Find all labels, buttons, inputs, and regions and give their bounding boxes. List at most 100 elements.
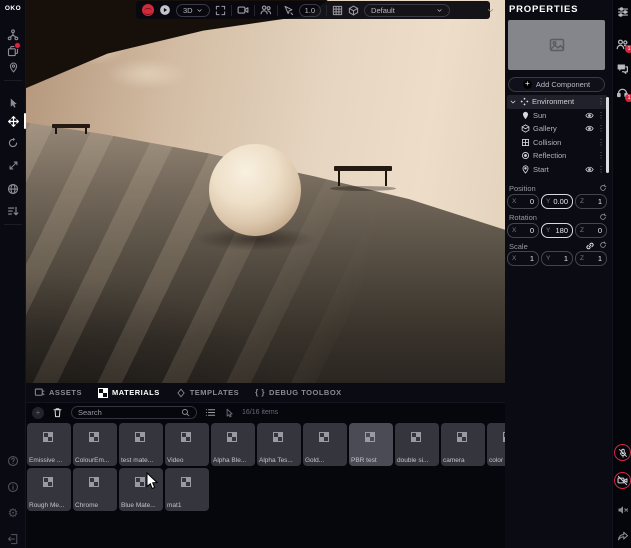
position-x-field[interactable]: X0 (507, 194, 539, 209)
tree-item-environment[interactable]: Environment ⋮ (507, 95, 607, 109)
item-menu-icon[interactable]: ⋮ (597, 97, 605, 106)
info-icon[interactable] (0, 478, 26, 496)
trash-icon[interactable] (52, 407, 63, 418)
headset-icon[interactable]: 1 (613, 84, 631, 100)
tree-item-collision[interactable]: Collision ⋮ (507, 136, 607, 150)
select-tool-icon[interactable] (0, 94, 26, 112)
chat-icon[interactable] (613, 60, 631, 76)
share-icon[interactable] (613, 528, 631, 544)
material-tile[interactable]: mat1 (165, 468, 209, 511)
tab-materials[interactable]: MATERIALS (98, 388, 160, 398)
right-toolbar-strip: 1 1 (612, 0, 631, 548)
eye-icon[interactable] (585, 165, 594, 174)
grid-icon[interactable] (332, 5, 343, 16)
exit-icon[interactable] (0, 530, 26, 548)
pointer-snap-icon[interactable] (283, 5, 294, 16)
reset-scale-icon[interactable] (599, 241, 607, 249)
tab-label: ASSETS (49, 388, 82, 397)
move-tool-icon[interactable] (0, 112, 26, 130)
avatars-icon[interactable] (260, 4, 272, 16)
globe-icon[interactable] (0, 180, 26, 198)
select-mode-icon[interactable] (224, 408, 234, 418)
scale-x-field[interactable]: X1 (507, 251, 539, 266)
active-tool-indicator (24, 113, 26, 129)
mic-off-button[interactable] (614, 444, 631, 461)
tree-scrollbar[interactable] (606, 97, 609, 173)
material-tile[interactable]: Emissive ... (27, 423, 71, 466)
item-menu-icon[interactable]: ⋮ (597, 138, 605, 147)
sphere-object[interactable] (209, 144, 301, 236)
rotation-z-field[interactable]: Z0 (575, 223, 607, 238)
preset-dropdown[interactable]: Default (364, 4, 450, 17)
item-menu-icon[interactable]: ⋮ (597, 124, 605, 133)
material-tile-selected[interactable]: PBR test (349, 423, 393, 466)
add-component-button[interactable]: + Add Component (508, 77, 605, 92)
tab-templates[interactable]: TEMPLATES (176, 388, 239, 398)
properties-title: PROPERTIES (509, 4, 578, 15)
location-pin-icon[interactable] (0, 58, 26, 76)
scale-tool-icon[interactable] (0, 156, 26, 174)
object-thumbnail[interactable] (508, 20, 605, 70)
view-mode-dropdown[interactable]: 3D (176, 4, 210, 17)
material-tile[interactable]: double si... (395, 423, 439, 466)
braces-icon: { } (255, 388, 265, 397)
rotation-y-field[interactable]: Y180 (541, 223, 573, 238)
people-icon[interactable]: 1 (613, 36, 631, 52)
rotate-tool-icon[interactable] (0, 134, 26, 152)
cube-icon[interactable] (348, 5, 359, 16)
camera-icon[interactable] (237, 4, 249, 16)
bench-right[interactable] (334, 166, 392, 188)
material-tile[interactable]: Blue Mate... (119, 468, 163, 511)
settings-gear-icon[interactable]: ⚙ (0, 504, 26, 522)
rotation-x-field[interactable]: X0 (507, 223, 539, 238)
item-menu-icon[interactable]: ⋮ (597, 151, 605, 160)
scale-z-field[interactable]: Z1 (575, 251, 607, 266)
material-tile[interactable]: Video (165, 423, 209, 466)
tree-item-label: Collision (533, 138, 594, 147)
snap-value-field[interactable]: 1.0 (299, 4, 321, 17)
material-tile[interactable]: Alpha Tes... (257, 423, 301, 466)
eye-icon[interactable] (585, 124, 594, 133)
viewport-toolbar: 3D 1.0 (136, 1, 490, 19)
play-icon[interactable] (159, 4, 171, 16)
tree-item-gallery[interactable]: Gallery ⋮ (507, 122, 607, 136)
help-icon[interactable] (0, 452, 26, 470)
chevron-down-icon[interactable] (509, 98, 517, 106)
app-logo[interactable]: OKO (0, 5, 26, 12)
material-tile[interactable]: test mate... (119, 423, 163, 466)
material-icon (135, 477, 145, 487)
material-tile[interactable]: Gold... (303, 423, 347, 466)
scale-y-field[interactable]: Y1 (541, 251, 573, 266)
material-tile[interactable]: Rough Me... (27, 468, 71, 511)
sort-icon[interactable] (0, 202, 26, 220)
material-tile[interactable]: camera (441, 423, 485, 466)
tree-item-sun[interactable]: Sun ⋮ (507, 109, 607, 123)
viewport-3d[interactable]: 3D 1.0 (26, 0, 505, 383)
reset-rotation-icon[interactable] (599, 213, 607, 221)
toolbar-collapse-chevron[interactable] (483, 3, 497, 17)
expand-icon[interactable] (215, 5, 226, 16)
bench-left[interactable] (52, 124, 90, 134)
material-icon (181, 432, 191, 442)
material-tile[interactable]: ColourEm... (73, 423, 117, 466)
item-menu-icon[interactable]: ⋮ (597, 165, 605, 174)
tab-assets[interactable]: ASSETS (34, 387, 82, 398)
add-material-button[interactable]: + (32, 407, 44, 419)
session-logo-icon[interactable] (142, 4, 154, 16)
tab-debug-toolbox[interactable]: { } DEBUG TOOLBOX (255, 388, 342, 397)
eye-icon[interactable] (585, 111, 594, 120)
search-input[interactable] (78, 408, 177, 417)
tree-item-start[interactable]: Start ⋮ (507, 163, 607, 177)
item-menu-icon[interactable]: ⋮ (597, 111, 605, 120)
position-y-field[interactable]: Y0.00 (541, 194, 573, 209)
link-scale-icon[interactable] (585, 241, 595, 251)
position-z-field[interactable]: Z1 (575, 194, 607, 209)
sliders-icon[interactable] (613, 4, 631, 20)
list-view-icon[interactable] (205, 407, 216, 418)
reset-position-icon[interactable] (599, 184, 607, 192)
material-tile[interactable]: Chrome (73, 468, 117, 511)
tree-item-reflection[interactable]: Reflection ⋮ (507, 149, 607, 163)
speaker-muted-icon[interactable] (613, 502, 631, 518)
material-tile[interactable]: Alpha Ble... (211, 423, 255, 466)
camera-off-button[interactable] (614, 472, 631, 489)
